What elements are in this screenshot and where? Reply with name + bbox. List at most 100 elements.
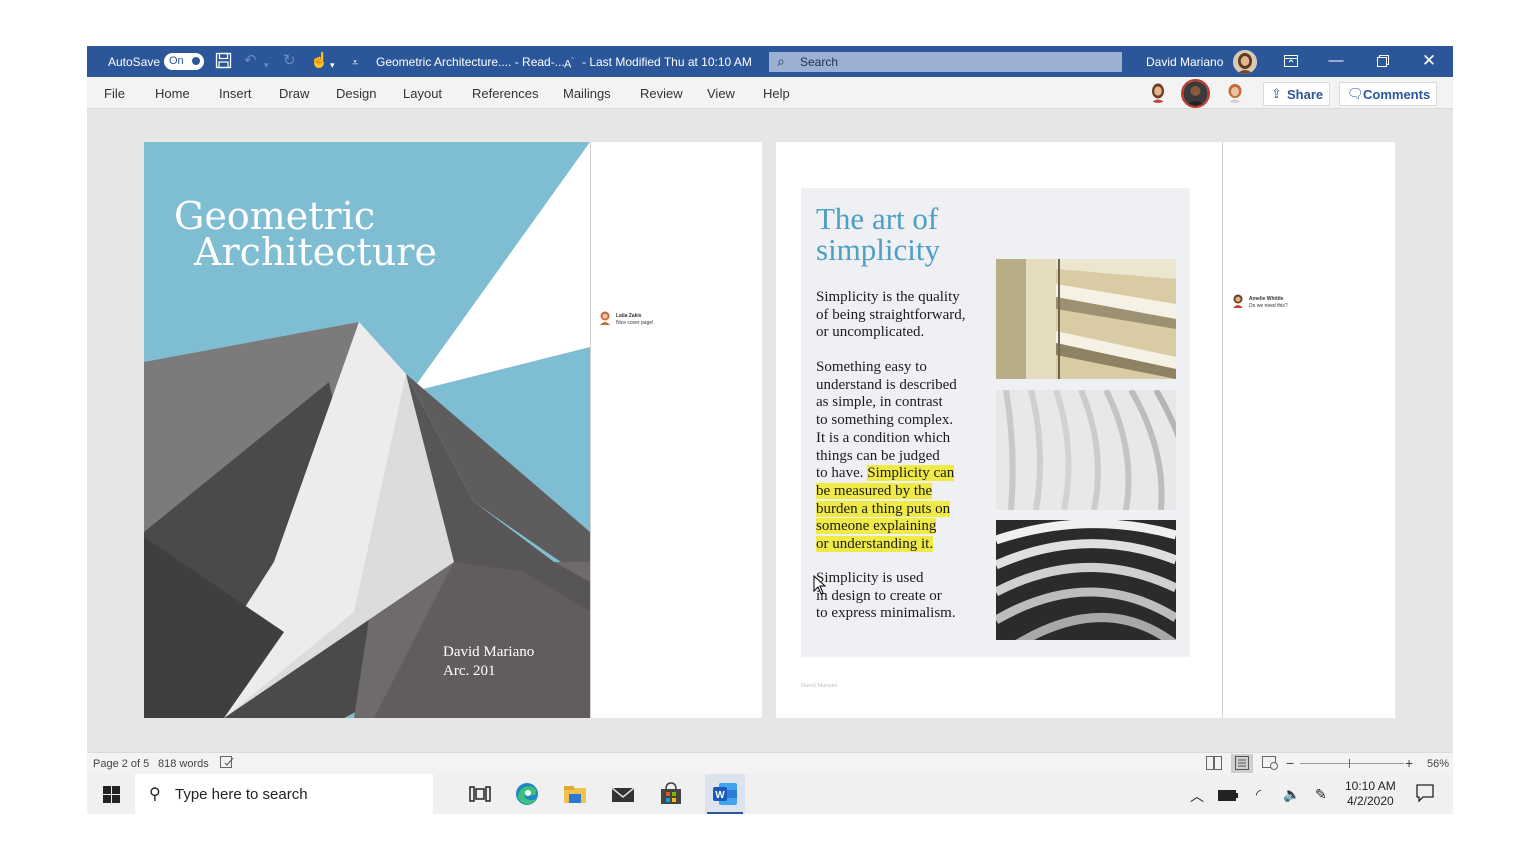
share-button[interactable]: ⇪ Share: [1263, 82, 1330, 106]
comment-margin-divider: [590, 142, 591, 718]
windows-start-icon[interactable]: [103, 786, 120, 808]
taskbar-search-placeholder: Type here to search: [175, 786, 308, 803]
mail-icon[interactable]: [609, 780, 637, 808]
document-canvas[interactable]: Geometric Architecture David Mariano Arc…: [87, 110, 1453, 752]
minimize-icon[interactable]: —: [1324, 51, 1348, 71]
menu-file[interactable]: File: [104, 86, 125, 101]
wifi-icon[interactable]: ◜: [1256, 786, 1261, 803]
zoom-slider[interactable]: [1300, 763, 1404, 764]
zoom-in-button[interactable]: +: [1405, 755, 1413, 771]
battery-icon[interactable]: [1218, 788, 1238, 804]
menu-design[interactable]: Design: [336, 86, 376, 101]
collaborator-avatar[interactable]: [1181, 79, 1210, 108]
comment-author: Laila Zakis: [616, 313, 642, 319]
chevron-up-icon[interactable]: ︿: [1190, 786, 1204, 806]
photo-white-ribs: [996, 390, 1176, 510]
pen-icon[interactable]: ✎: [1315, 786, 1327, 803]
photo-balconies: [996, 259, 1176, 379]
comment-text: Nice cover page!: [616, 320, 654, 326]
task-view-icon[interactable]: [466, 780, 494, 808]
read-aloud-icon[interactable]: Aˆ: [564, 53, 574, 74]
close-icon[interactable]: ✕: [1417, 51, 1441, 71]
menu-mailings[interactable]: Mailings: [563, 86, 611, 101]
word-count[interactable]: 818 words: [158, 758, 209, 770]
comment-author: Amelie Whittle: [1249, 296, 1284, 302]
article-card: The art of simplicity Simplicity is the …: [801, 188, 1190, 657]
read-mode-icon[interactable]: [1206, 756, 1222, 773]
article-paragraph-2: Something easy to understand is describe…: [816, 359, 957, 554]
menu-help[interactable]: Help: [763, 86, 790, 101]
cover-author: David Mariano: [443, 644, 535, 660]
save-icon[interactable]: [215, 52, 232, 74]
search-placeholder: Search: [800, 55, 839, 69]
autosave-label: AutoSave: [108, 55, 161, 69]
comments-button[interactable]: 🗨 Comments: [1339, 82, 1437, 106]
last-modified: - Last Modified Thu at 10:10 AM: [582, 55, 752, 69]
comment-text: Do we need this?: [1249, 303, 1288, 309]
share-icon: ⇪: [1271, 86, 1282, 101]
highlighted-text: Simplicity can: [867, 465, 955, 482]
undo-icon[interactable]: ↶: [244, 52, 257, 70]
customize-toolbar-icon[interactable]: ⩡: [352, 54, 358, 72]
page-count[interactable]: Page 2 of 5: [93, 758, 149, 770]
title-bar: AutoSave On ↶ ▾ ↻ ☝ ▾ ⩡ Geometric Archit…: [87, 46, 1453, 77]
article-paragraph-1: Simplicity is the quality of being strai…: [816, 289, 966, 341]
comment-margin-divider: [1222, 142, 1223, 718]
comments-label: Comments: [1363, 87, 1431, 102]
article-heading-line1: The art of: [816, 201, 939, 236]
taskbar-search-input[interactable]: ⚲ Type here to search: [135, 774, 433, 814]
zoom-out-button[interactable]: −: [1286, 755, 1294, 771]
menu-view[interactable]: View: [707, 86, 735, 101]
page-article[interactable]: The art of simplicity Simplicity is the …: [776, 142, 1395, 718]
menu-layout[interactable]: Layout: [403, 86, 442, 101]
comment-icon: 🗨: [1347, 86, 1364, 101]
clock-date: 4/2/2020: [1346, 794, 1394, 808]
edge-browser-icon[interactable]: [513, 780, 541, 808]
search-icon: ⚲: [149, 786, 161, 803]
share-label: Share: [1287, 87, 1324, 102]
user-name[interactable]: David Mariano: [1146, 55, 1223, 69]
system-clock[interactable]: 10:10 AM 4/2/2020: [1345, 779, 1396, 809]
article-heading: The art of simplicity: [816, 203, 940, 265]
photo-curved-stripes: [996, 520, 1176, 640]
comment-author-avatar: [600, 311, 610, 325]
user-avatar[interactable]: [1233, 50, 1257, 74]
highlighted-text: burden a thing puts on: [816, 500, 951, 517]
menu-bar: File Home Insert Draw Design Layout Refe…: [87, 77, 1453, 109]
menu-home[interactable]: Home: [155, 86, 190, 101]
proofing-icon[interactable]: [220, 756, 234, 772]
restore-icon[interactable]: [1371, 51, 1395, 71]
page-footer: David Mariano: [801, 683, 838, 689]
file-explorer-icon[interactable]: [561, 780, 589, 808]
cover-course: Arc. 201: [443, 663, 496, 679]
zoom-level[interactable]: 56%: [1427, 758, 1449, 770]
web-layout-icon[interactable]: [1262, 756, 1278, 773]
notification-center-icon[interactable]: [1416, 784, 1434, 805]
toggle-knob: [192, 57, 200, 65]
menu-draw[interactable]: Draw: [279, 86, 309, 101]
zoom-slider-thumb[interactable]: [1349, 759, 1350, 768]
ribbon-display-options-icon[interactable]: [1279, 51, 1303, 71]
word-app-icon[interactable]: W: [705, 774, 745, 814]
menu-references[interactable]: References: [472, 86, 538, 101]
menu-insert[interactable]: Insert: [219, 86, 252, 101]
menu-review[interactable]: Review: [640, 86, 683, 101]
volume-icon[interactable]: 🔈: [1283, 786, 1300, 803]
undo-dropdown-icon[interactable]: ▾: [264, 56, 269, 74]
comment-author-avatar: [1233, 294, 1243, 308]
collaborator-avatar[interactable]: [1147, 81, 1169, 103]
page-cover[interactable]: Geometric Architecture David Mariano Arc…: [144, 142, 762, 718]
document-title[interactable]: Geometric Architecture.... - Read-...: [376, 55, 565, 69]
store-icon[interactable]: [657, 780, 685, 808]
highlighted-text: someone explaining: [816, 518, 937, 535]
touch-mode-icon[interactable]: ☝: [310, 52, 329, 70]
autosave-toggle[interactable]: On: [164, 53, 204, 70]
search-input[interactable]: ⌕ Search: [769, 52, 1122, 72]
print-layout-icon[interactable]: [1231, 754, 1253, 773]
highlighted-text: be measured by the: [816, 482, 933, 499]
touch-mode-dropdown-icon[interactable]: ▾: [330, 56, 335, 74]
mouse-cursor-icon: [813, 575, 827, 595]
collaborator-avatar[interactable]: [1224, 81, 1246, 103]
redo-icon[interactable]: ↻: [283, 52, 296, 70]
taskbar: ⚲ Type here to search W ︿ ◜ 🔈 ✎ 10:10 AM…: [87, 774, 1453, 814]
